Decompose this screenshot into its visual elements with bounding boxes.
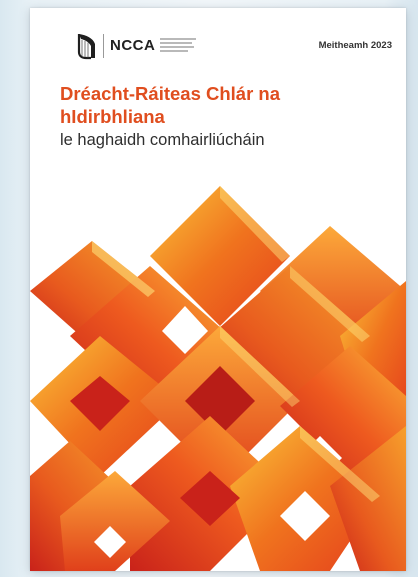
irish-harp-icon <box>77 34 95 60</box>
logo-divider <box>103 34 104 58</box>
publication-date: Meitheamh 2023 <box>318 40 392 51</box>
document-cover: NCCA Meitheamh 2023 Dréacht-Ráiteas Chlá… <box>30 8 406 571</box>
organization-logo-text: NCCA <box>110 37 156 54</box>
document-subtitle: le haghaidh comhairliúcháin <box>60 131 265 149</box>
cover-artwork <box>30 186 406 571</box>
cover-header: NCCA Meitheamh 2023 <box>76 28 392 64</box>
logo-fine-print <box>160 38 196 54</box>
document-title: Dréacht-Ráiteas Chlár na hIdirbhliana <box>60 83 281 127</box>
title-block: Dréacht-Ráiteas Chlár na hIdirbhliana le… <box>60 82 392 150</box>
